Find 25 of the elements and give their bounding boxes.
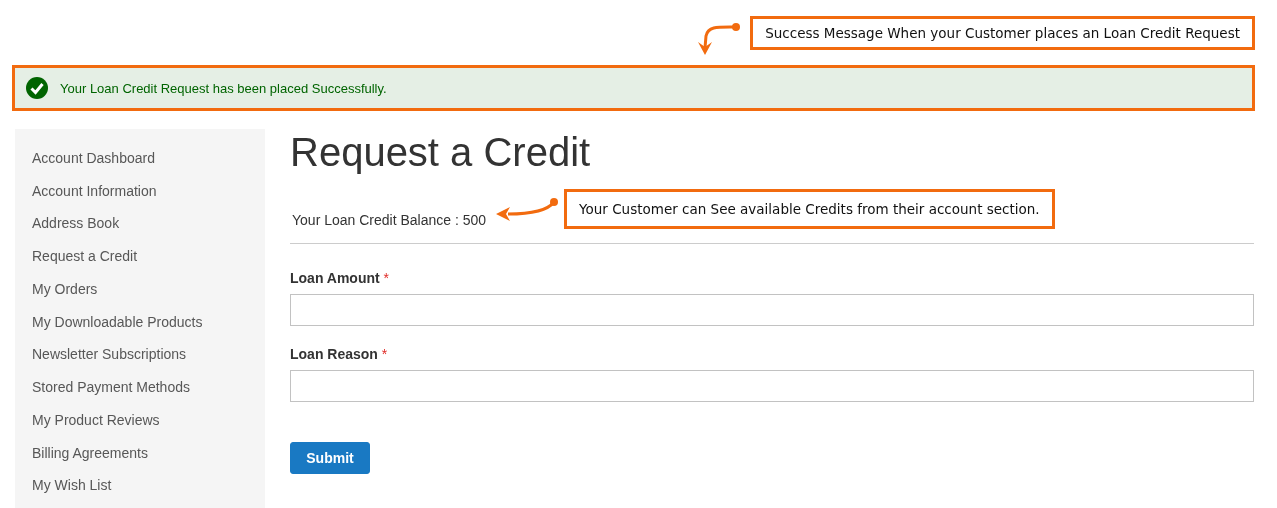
sidebar-link[interactable]: Stored Payment Methods xyxy=(32,378,190,411)
sidebar-link[interactable]: My Downloadable Products xyxy=(32,312,203,346)
sidebar-link[interactable]: Newsletter Subscriptions xyxy=(32,345,187,379)
sidebar-link[interactable]: Request a Credit xyxy=(32,247,138,280)
balance-text: Your Loan Credit Balance : 500 xyxy=(292,212,487,228)
annotation-callout: Success Message When your Customer places an Loan Credit Request xyxy=(750,16,1255,50)
sidebar-link[interactable]: Address Book xyxy=(32,214,120,248)
message-text: Your Loan Credit Request has been placed Successfully. xyxy=(60,80,387,96)
input-field[interactable] xyxy=(290,370,1254,402)
field-label: Loan Reason xyxy=(290,346,378,362)
input-field[interactable] xyxy=(290,294,1254,326)
sidebar-link[interactable]: My Product Reviews xyxy=(32,410,160,444)
arrow-icon xyxy=(494,196,559,222)
required-mark: * xyxy=(383,270,390,286)
sidebar-link[interactable]: My Orders xyxy=(32,279,98,313)
sidebar-link[interactable]: Account Dashboard xyxy=(32,149,155,182)
annotation-callout: Your Customer can See available Credits from their account section. xyxy=(564,189,1055,229)
sidebar-link[interactable]: Account Information xyxy=(32,181,157,215)
sidebar-link[interactable]: My Wish List xyxy=(32,476,112,508)
page-title: Request a Credit xyxy=(290,129,592,175)
checkmark-icon xyxy=(26,77,48,99)
submit-button[interactable]: Submit xyxy=(290,442,370,474)
field-label: Loan Amount xyxy=(290,270,380,286)
required-mark: * xyxy=(381,346,388,362)
sidebar-link[interactable]: Billing Agreements xyxy=(32,443,148,477)
